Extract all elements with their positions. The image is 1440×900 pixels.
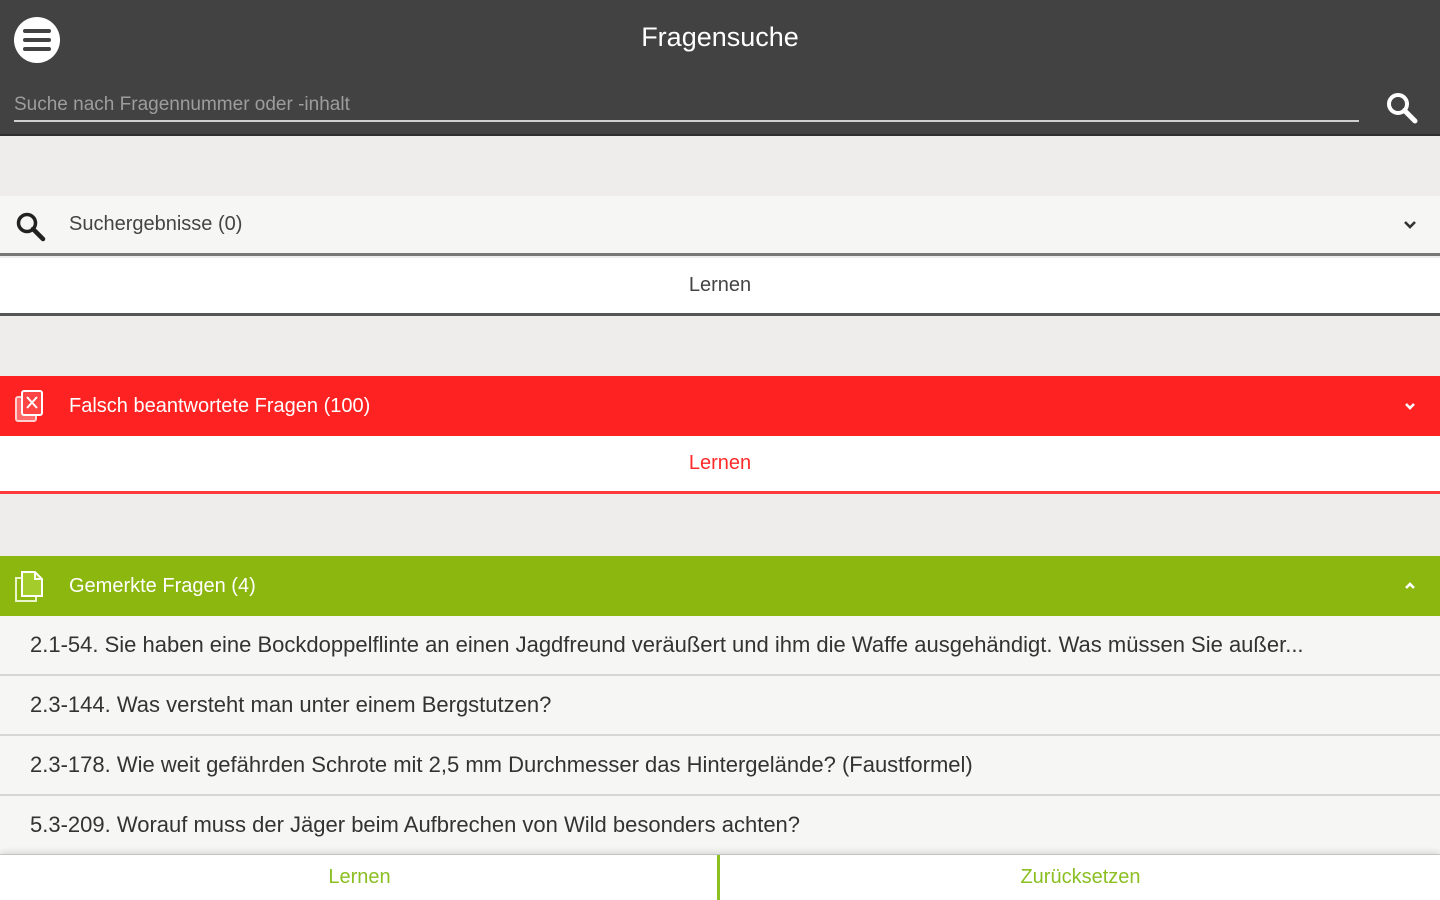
search-icon[interactable]: [1382, 88, 1422, 128]
reset-button[interactable]: Zurücksetzen: [721, 855, 1440, 900]
marked-questions-title: Gemerkte Fragen (4): [69, 574, 256, 597]
page-title: Fragensuche: [641, 22, 799, 52]
wrong-answers-title: Falsch beantwortete Fragen (100): [69, 394, 371, 417]
bookmark-pages-icon: [12, 568, 48, 604]
chevron-up-icon[interactable]: [1400, 576, 1420, 596]
bottom-action-bar: Lernen Zurücksetzen: [0, 855, 1440, 900]
question-text: 2.3-144. Was versteht man unter einem Be…: [30, 692, 552, 717]
search-results-title: Suchergebnisse (0): [69, 213, 243, 235]
learn-button[interactable]: Lernen: [0, 855, 719, 900]
chevron-down-icon[interactable]: [1400, 215, 1420, 235]
search-results-header[interactable]: Suchergebnisse (0): [0, 196, 1440, 256]
search-learn-button[interactable]: Lernen: [0, 258, 1440, 316]
search-results-icon: [12, 208, 48, 244]
wrong-learn-button[interactable]: Lernen: [0, 436, 1440, 494]
app-bar: Fragensuche: [0, 0, 1440, 136]
question-text: 5.3-209. Worauf muss der Jäger beim Aufb…: [30, 812, 801, 837]
wrong-answers-icon: [12, 388, 48, 424]
list-item[interactable]: 2.3-144. Was versteht man unter einem Be…: [0, 676, 1440, 736]
chevron-down-icon[interactable]: [1400, 396, 1420, 416]
list-item[interactable]: 2.3-178. Wie weit gefährden Schrote mit …: [0, 736, 1440, 796]
question-text: 2.3-178. Wie weit gefährden Schrote mit …: [30, 752, 973, 777]
list-item[interactable]: 2.1-54. Sie haben eine Bockdoppelflinte …: [0, 616, 1440, 676]
search-input[interactable]: [14, 90, 1359, 122]
question-text: 2.1-54. Sie haben eine Bockdoppelflinte …: [30, 632, 1304, 657]
marked-questions-header[interactable]: Gemerkte Fragen (4): [0, 556, 1440, 616]
list-item[interactable]: 5.3-209. Worauf muss der Jäger beim Aufb…: [0, 796, 1440, 856]
divider: [717, 855, 720, 900]
wrong-answers-header[interactable]: Falsch beantwortete Fragen (100): [0, 376, 1440, 436]
